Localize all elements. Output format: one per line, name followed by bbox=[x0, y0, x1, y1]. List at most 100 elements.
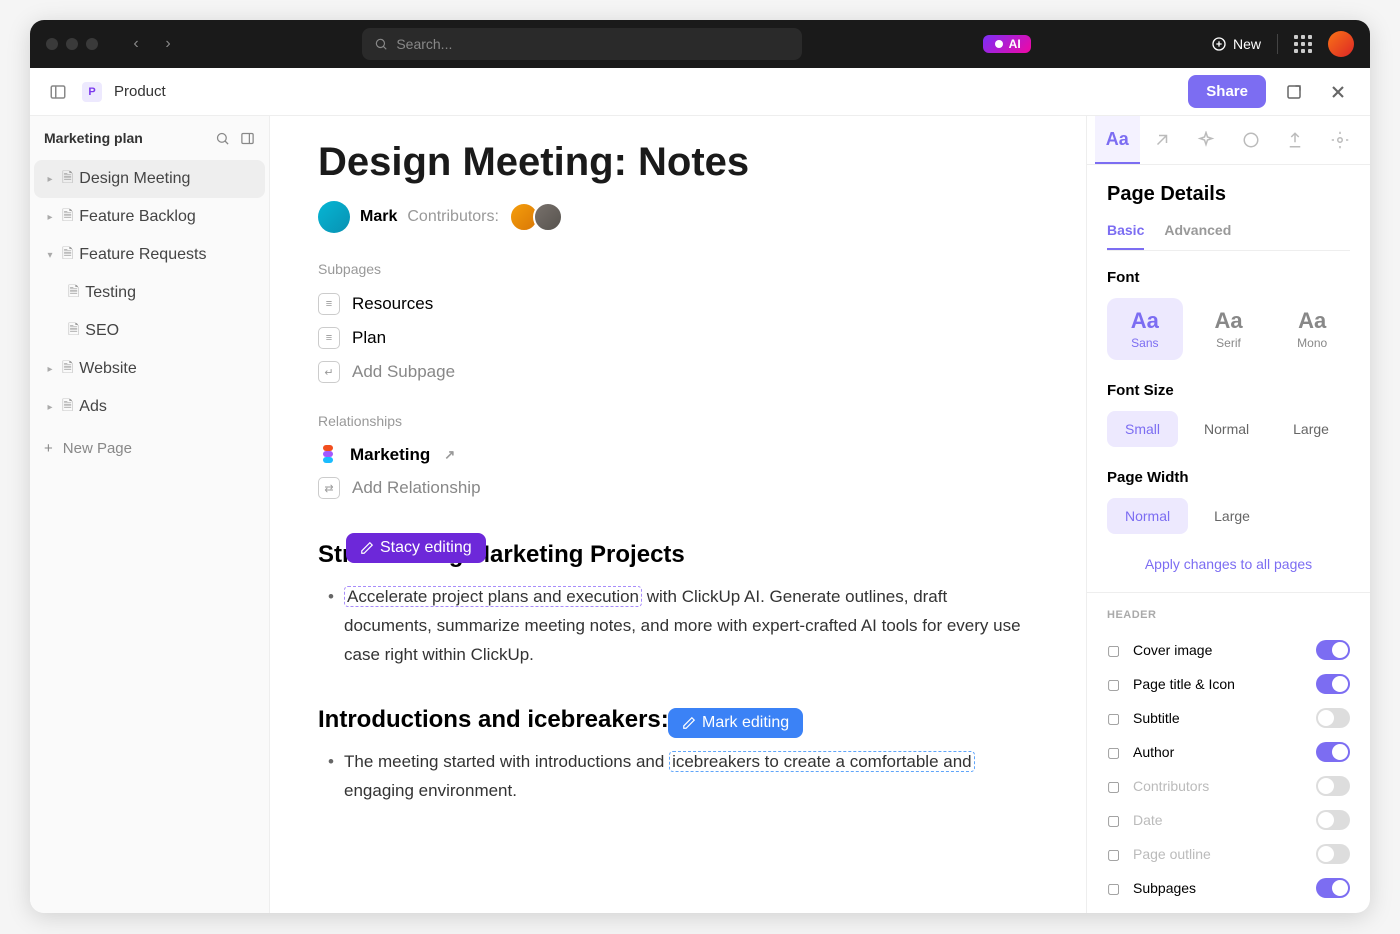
workspace-badge[interactable]: P bbox=[82, 82, 102, 102]
apps-icon[interactable] bbox=[1294, 35, 1312, 53]
page-title[interactable]: Design Meeting: Notes bbox=[318, 140, 1038, 185]
page-icon: 🗎 bbox=[62, 205, 73, 229]
toggle-switch[interactable] bbox=[1316, 878, 1350, 898]
author-avatar[interactable] bbox=[318, 201, 350, 233]
close-button[interactable] bbox=[1322, 76, 1354, 108]
outline-icon: ▢ bbox=[1107, 846, 1123, 863]
sidebar-item[interactable]: 🗎SEO bbox=[34, 312, 265, 350]
toggle-switch[interactable] bbox=[1316, 742, 1350, 762]
toggle-row-author: ▢Author bbox=[1107, 735, 1350, 769]
page-icon: 🗎 bbox=[62, 167, 73, 191]
panel-tab-typography[interactable]: Aa bbox=[1095, 116, 1140, 164]
sidebar-item[interactable]: ▸🗎Design Meeting bbox=[34, 160, 265, 198]
subpage-item[interactable]: ≡ Plan bbox=[318, 321, 1038, 355]
sidebar-panel-icon[interactable] bbox=[240, 131, 255, 146]
section-heading[interactable]: Stacy editing Streamlining Marketing Pro… bbox=[318, 541, 1038, 569]
expand-button[interactable] bbox=[1278, 76, 1310, 108]
sidebar-item[interactable]: ▾🗎Feature Requests bbox=[34, 236, 265, 274]
page-icon: 🗎 bbox=[62, 395, 73, 419]
toggle-switch[interactable] bbox=[1316, 640, 1350, 660]
add-relationship-label: Add Relationship bbox=[352, 478, 481, 498]
panel-tab-settings[interactable] bbox=[1318, 116, 1363, 164]
subpage-label: Resources bbox=[352, 294, 433, 314]
sidebar-item[interactable]: ▸🗎Website bbox=[34, 350, 265, 388]
ai-icon bbox=[993, 38, 1005, 50]
sidebar-item[interactable]: 🗎Testing bbox=[34, 274, 265, 312]
breadcrumb[interactable]: Product bbox=[114, 83, 166, 100]
add-page-icon: ↵ bbox=[318, 361, 340, 383]
sidebar-item-label: Feature Backlog bbox=[79, 208, 196, 226]
panel-tab-ai[interactable] bbox=[1184, 116, 1229, 164]
search-icon bbox=[374, 37, 388, 51]
new-label: New bbox=[1233, 36, 1261, 52]
new-button[interactable]: New bbox=[1211, 36, 1261, 52]
toggle-row-contributors: ▢Contributors bbox=[1107, 769, 1350, 803]
expand-icon bbox=[1285, 83, 1303, 101]
toggle-row-cover-image: ▢Cover image bbox=[1107, 633, 1350, 667]
sidebar-item-label: Website bbox=[79, 360, 137, 378]
size-option-normal[interactable]: Normal bbox=[1186, 411, 1267, 447]
size-option-small[interactable]: Small bbox=[1107, 411, 1178, 447]
body-paragraph[interactable]: The meeting started with introductions a… bbox=[318, 748, 1038, 806]
add-relationship-button[interactable]: ⇄ Add Relationship bbox=[318, 471, 1038, 505]
window-controls[interactable] bbox=[46, 38, 98, 50]
nav-back-button[interactable]: ‹ bbox=[122, 30, 150, 58]
width-option-large[interactable]: Large bbox=[1196, 498, 1268, 534]
new-page-button[interactable]: + New Page bbox=[30, 430, 269, 467]
ai-button[interactable]: AI bbox=[983, 35, 1031, 53]
toggle-switch[interactable] bbox=[1316, 844, 1350, 864]
contributor-avatars[interactable] bbox=[509, 202, 563, 232]
pencil-icon bbox=[360, 541, 374, 555]
share-button[interactable]: Share bbox=[1188, 75, 1266, 108]
apply-all-link[interactable]: Apply changes to all pages bbox=[1107, 556, 1350, 572]
chevron-icon: ▸ bbox=[44, 174, 56, 185]
size-option-large[interactable]: Large bbox=[1275, 411, 1347, 447]
toggle-switch[interactable] bbox=[1316, 776, 1350, 796]
toggle-row-page-title-icon: ▢Page title & Icon bbox=[1107, 667, 1350, 701]
subpage-item[interactable]: ≡ Resources bbox=[318, 287, 1038, 321]
width-option-normal[interactable]: Normal bbox=[1107, 498, 1188, 534]
sidebar-item-label: SEO bbox=[85, 322, 119, 340]
sidebar-item[interactable]: ▸ 🗎 Feature Backlog bbox=[34, 198, 265, 236]
sidebar-item-label: Testing bbox=[85, 284, 136, 302]
panel-title: Page Details bbox=[1107, 183, 1350, 206]
author-name[interactable]: Mark bbox=[360, 208, 397, 226]
toggle-switch[interactable] bbox=[1316, 810, 1350, 830]
search-placeholder: Search... bbox=[396, 36, 452, 52]
sub-tab-basic[interactable]: Basic bbox=[1107, 222, 1144, 250]
contributors-label: Contributors: bbox=[407, 208, 499, 226]
search-input[interactable]: Search... bbox=[362, 28, 802, 60]
document-content: Design Meeting: Notes Mark Contributors:… bbox=[270, 116, 1086, 913]
page-width-label: Page Width bbox=[1107, 469, 1350, 486]
add-subpage-button[interactable]: ↵ Add Subpage bbox=[318, 355, 1038, 389]
sidebar-item[interactable]: ▸🗎Ads bbox=[34, 388, 265, 426]
relationship-item[interactable]: Marketing ↗ bbox=[318, 439, 1038, 471]
toggle-switch[interactable] bbox=[1316, 674, 1350, 694]
panel-tab-export[interactable] bbox=[1273, 116, 1318, 164]
page-icon: ≡ bbox=[318, 327, 340, 349]
panel-tab-relations[interactable] bbox=[1140, 116, 1185, 164]
user-avatar[interactable] bbox=[1328, 31, 1354, 57]
titlebar: ‹ › Search... AI New bbox=[30, 20, 1370, 68]
subpage-label: Plan bbox=[352, 328, 386, 348]
sidebar-title: Marketing plan bbox=[44, 130, 143, 146]
sidebar-toggle-button[interactable] bbox=[46, 80, 70, 104]
chevron-icon: ▾ bbox=[44, 250, 56, 261]
relationship-label: Marketing bbox=[350, 445, 430, 465]
smiley-icon: ▢ bbox=[1107, 676, 1123, 693]
font-option-mono[interactable]: AaMono bbox=[1274, 298, 1350, 360]
sidebar-search-icon[interactable] bbox=[215, 131, 230, 146]
pages-icon: ▢ bbox=[1107, 880, 1123, 897]
figma-icon bbox=[318, 445, 338, 465]
toggle-label: Page outline bbox=[1133, 846, 1211, 862]
toggle-switch[interactable] bbox=[1316, 708, 1350, 728]
body-paragraph[interactable]: Accelerate project plans and execution w… bbox=[318, 583, 1038, 670]
panel-tab-comments[interactable] bbox=[1229, 116, 1274, 164]
sub-tab-advanced[interactable]: Advanced bbox=[1164, 222, 1231, 250]
chevron-icon: ▸ bbox=[44, 212, 56, 223]
nav-forward-button[interactable]: › bbox=[154, 30, 182, 58]
toggle-label: Subtitle bbox=[1133, 710, 1180, 726]
font-option-serif[interactable]: AaSerif bbox=[1191, 298, 1267, 360]
ai-label: AI bbox=[1009, 37, 1021, 51]
font-option-sans[interactable]: AaSans bbox=[1107, 298, 1183, 360]
